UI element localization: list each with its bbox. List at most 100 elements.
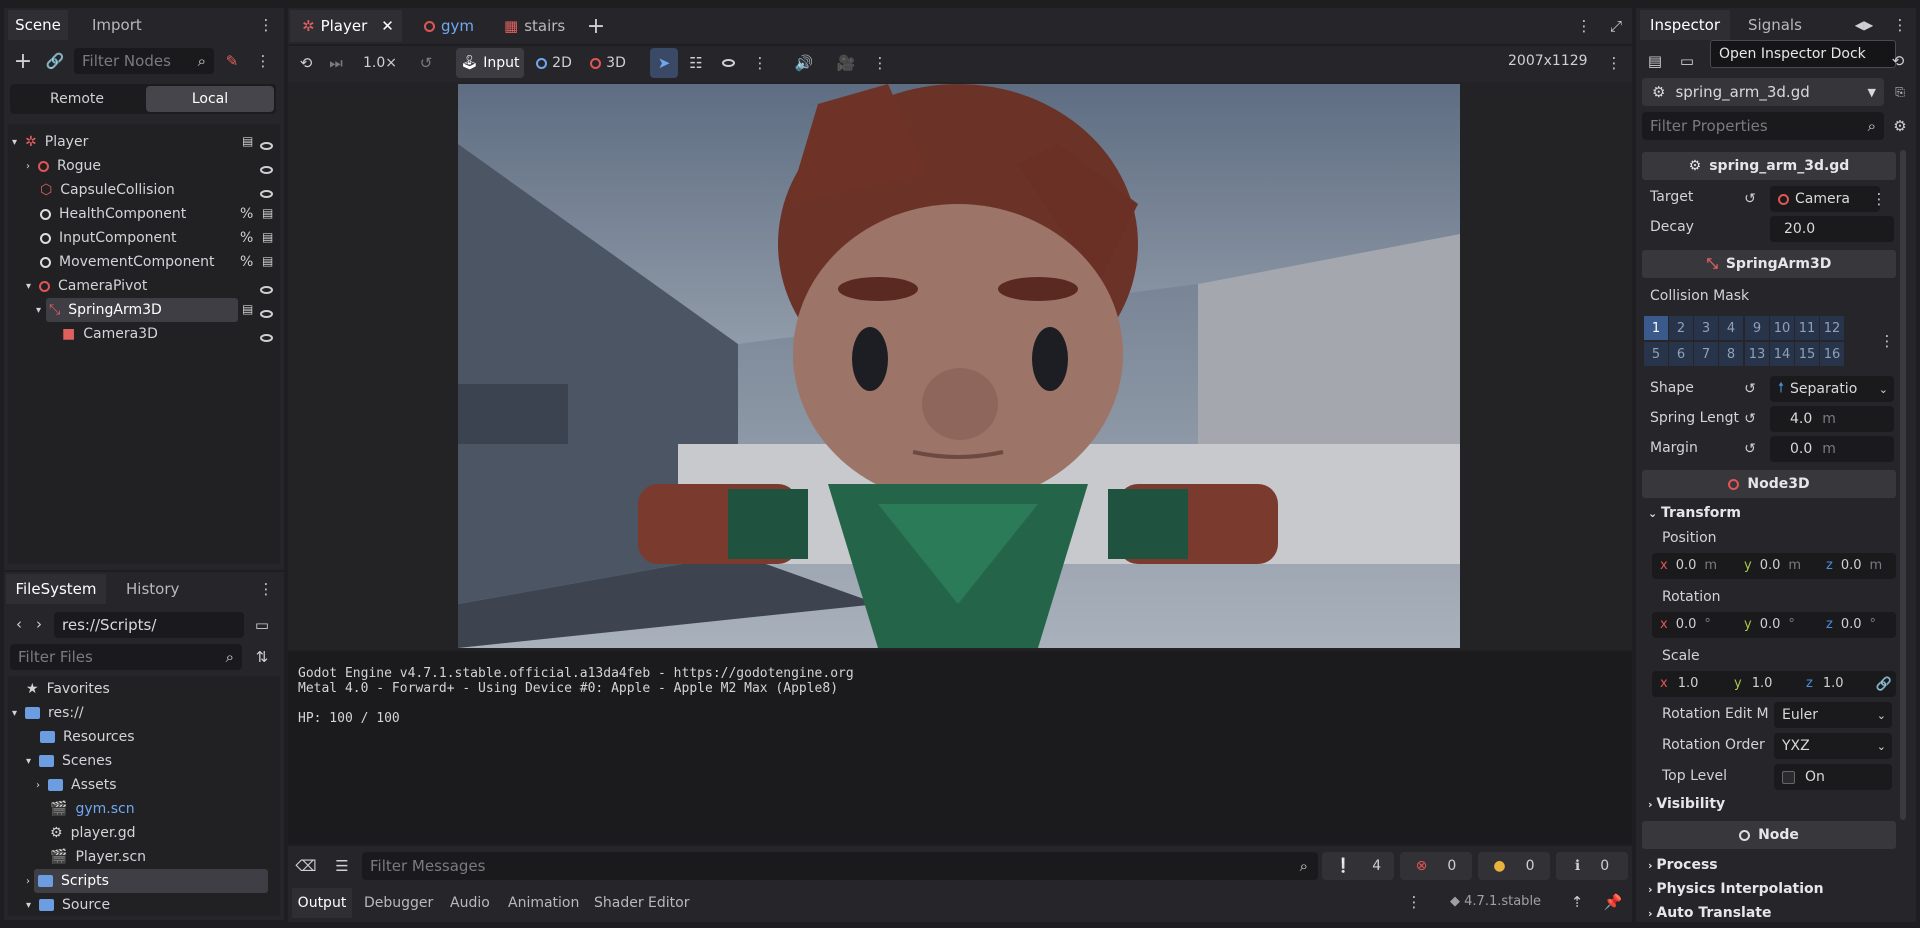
- mask-bit[interactable]: 13: [1745, 342, 1769, 366]
- local-button[interactable]: Local: [146, 86, 274, 112]
- tab-scene[interactable]: Scene: [8, 10, 68, 40]
- copy-output-icon[interactable]: ☰: [332, 854, 352, 878]
- close-icon[interactable]: ✕: [381, 17, 394, 35]
- visibility-eye-icon[interactable]: [260, 304, 273, 322]
- scale-x[interactable]: x 1.0: [1660, 676, 1698, 691]
- dock-menu-icon[interactable]: ⋮: [1892, 14, 1908, 36]
- warning-count-toggle[interactable]: ● 0: [1478, 852, 1550, 880]
- tab-debugger[interactable]: Debugger: [364, 888, 433, 918]
- filter-properties-input[interactable]: Filter Properties ⌕: [1642, 112, 1884, 140]
- position-y[interactable]: y 0.0 m: [1744, 558, 1801, 573]
- revert-icon[interactable]: ↺: [1740, 188, 1760, 210]
- next-frame-icon[interactable]: ⏭: [324, 50, 348, 76]
- shape-selector[interactable]: 🠕 Separatio ⌄: [1770, 376, 1894, 402]
- editor-menu-icon[interactable]: ⋮: [1576, 14, 1592, 38]
- unique-name-icon[interactable]: %: [240, 254, 253, 270]
- remote-button[interactable]: Remote: [12, 86, 142, 112]
- mask-bit[interactable]: 6: [1669, 342, 1693, 366]
- script-icon[interactable]: ▤: [262, 206, 273, 220]
- mask-bit[interactable]: 15: [1795, 342, 1819, 366]
- clear-output-icon[interactable]: ⌫: [295, 854, 316, 878]
- mask-bit[interactable]: 8: [1719, 342, 1743, 366]
- scale-y[interactable]: y 1.0: [1734, 676, 1772, 691]
- top-level-checkbox[interactable]: On: [1774, 764, 1892, 790]
- bottom-menu-icon[interactable]: ⋮: [1406, 890, 1422, 914]
- fs-player-scn[interactable]: 🎬 Player.scn: [50, 845, 146, 869]
- tab-stairs[interactable]: ▦ stairs: [504, 10, 565, 42]
- expand-panel-icon[interactable]: ⇡: [1566, 890, 1588, 914]
- fs-player-gd[interactable]: ⚙ player.gd: [50, 821, 136, 845]
- mask-bit[interactable]: 11: [1795, 316, 1819, 340]
- filter-files-input[interactable]: Filter Files ⌕: [10, 644, 242, 670]
- decay-field[interactable]: 20.0: [1770, 216, 1894, 242]
- dock-menu-icon[interactable]: ⋮: [258, 14, 274, 36]
- rotation-z[interactable]: z 0.0 °: [1826, 617, 1876, 632]
- sort-icon[interactable]: ⇅: [252, 646, 272, 668]
- game-render[interactable]: [458, 84, 1460, 648]
- tree-node-player[interactable]: ▾ ✲ Player: [12, 130, 88, 154]
- node-section-header[interactable]: Node: [1642, 821, 1896, 849]
- mask-bit[interactable]: 2: [1669, 316, 1693, 340]
- margin-field[interactable]: 0.0 m: [1770, 436, 1894, 462]
- tab-shader-editor[interactable]: Shader Editor: [594, 888, 689, 918]
- dock-arrows-icon[interactable]: ◀▶: [1852, 14, 1876, 36]
- auto-translate-group[interactable]: › Auto Translate: [1648, 905, 1771, 921]
- speed-selector[interactable]: 1.0×: [358, 50, 402, 76]
- forward-icon[interactable]: ›: [32, 614, 46, 634]
- springarm-section-header[interactable]: ⤡ SpringArm3D: [1642, 250, 1896, 278]
- visibility-eye-icon[interactable]: [260, 184, 273, 202]
- fs-assets[interactable]: › Assets: [36, 773, 117, 797]
- tab-inspector[interactable]: Inspector: [1640, 10, 1730, 40]
- link-icon[interactable]: 🔗: [44, 50, 66, 72]
- visibility-group[interactable]: › Visibility: [1648, 796, 1725, 812]
- scene-menu-icon[interactable]: ⋮: [256, 50, 271, 72]
- visibility-eye-icon[interactable]: [260, 136, 273, 154]
- docs-icon[interactable]: ⎘: [1888, 80, 1912, 104]
- mask-menu-icon[interactable]: ⋮: [1880, 330, 1895, 352]
- resource-selector[interactable]: ⚙ spring_arm_3d.gd ▼: [1642, 78, 1884, 106]
- mask-bit[interactable]: 12: [1820, 316, 1844, 340]
- rotation-x[interactable]: x 0.0 °: [1660, 617, 1711, 632]
- rotation-edit-select[interactable]: Euler ⌄: [1774, 702, 1892, 728]
- mask-bit[interactable]: 5: [1644, 342, 1668, 366]
- tree-node-input[interactable]: InputComponent: [40, 226, 177, 250]
- rotation-order-select[interactable]: YXZ ⌄: [1774, 733, 1892, 759]
- open-folder-icon[interactable]: ▭: [1676, 50, 1698, 72]
- target-menu-icon[interactable]: ⋮: [1872, 188, 1887, 210]
- toolbar-more-icon[interactable]: ⋮: [752, 50, 768, 76]
- link-icon[interactable]: 🔗: [1874, 674, 1894, 694]
- visibility-eye-icon[interactable]: [260, 280, 273, 298]
- add-tab-icon[interactable]: +: [584, 14, 608, 39]
- scale-z[interactable]: z 1.0: [1806, 676, 1844, 691]
- mask-bit[interactable]: 4: [1719, 316, 1743, 340]
- tab-audio[interactable]: Audio: [450, 888, 490, 918]
- fs-scripts[interactable]: › Scripts: [26, 869, 109, 893]
- revert-icon[interactable]: ↺: [1740, 378, 1760, 400]
- tab-signals[interactable]: Signals: [1748, 10, 1802, 40]
- mask-bit[interactable]: 9: [1745, 316, 1769, 340]
- message-count-toggle[interactable]: ❕ 4: [1322, 852, 1394, 880]
- mask-bit[interactable]: 7: [1694, 342, 1718, 366]
- fs-source[interactable]: ▾ Source: [26, 893, 110, 917]
- fs-res-root[interactable]: ▾ res://: [12, 701, 84, 725]
- pause-game-icon[interactable]: ⟲: [294, 50, 318, 76]
- info-count-toggle[interactable]: ℹ0: [1556, 852, 1628, 880]
- property-options-icon[interactable]: ⚙: [1888, 114, 1912, 138]
- physics-interpolation-group[interactable]: › Physics Interpolation: [1648, 881, 1824, 897]
- add-node-icon[interactable]: +: [12, 49, 34, 74]
- tree-node-rogue[interactable]: › Rogue: [26, 154, 101, 178]
- audio-icon[interactable]: 🔊: [792, 50, 816, 76]
- mask-bit[interactable]: 16: [1820, 342, 1844, 366]
- visibility-eye-icon[interactable]: [714, 50, 742, 76]
- tree-node-camera3d[interactable]: ■ Camera3D: [62, 322, 158, 346]
- viewport-menu-icon[interactable]: ⋮: [1606, 50, 1622, 76]
- filter-nodes-input[interactable]: Filter Nodes ⌕: [74, 48, 214, 74]
- camera-override-icon[interactable]: 🎥: [834, 50, 858, 76]
- tab-output[interactable]: Output: [292, 888, 352, 918]
- tree-node-health[interactable]: HealthComponent: [40, 202, 186, 226]
- tab-gym[interactable]: gym: [424, 10, 474, 42]
- tree-node-capsule[interactable]: ⬡ CapsuleCollision: [40, 178, 175, 202]
- error-count-toggle[interactable]: ⊗ 0: [1400, 852, 1472, 880]
- tab-animation[interactable]: Animation: [508, 888, 579, 918]
- revert-icon[interactable]: ↺: [1740, 438, 1760, 460]
